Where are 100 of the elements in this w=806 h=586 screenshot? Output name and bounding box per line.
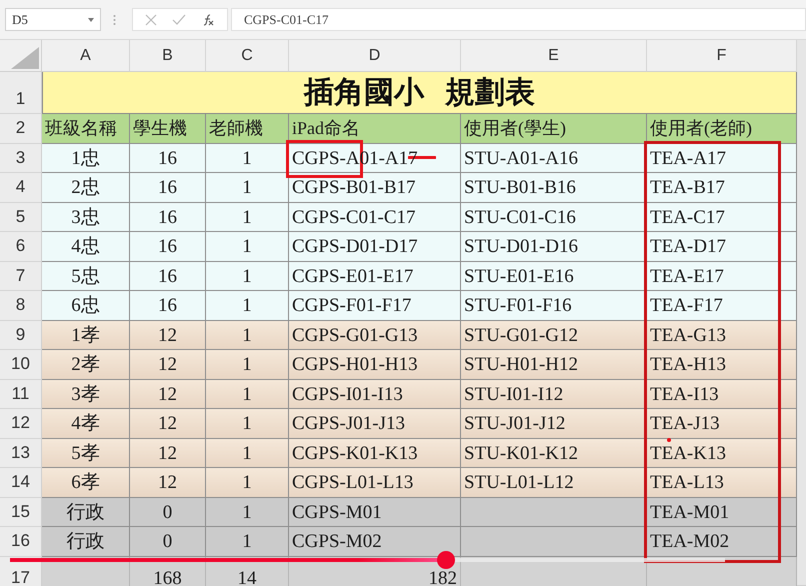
column-header[interactable]: C [206,40,289,72]
title-cell: 插角國小 規劃表 [42,72,797,114]
table-cell: TEA-B17 [647,173,797,202]
table-cell: 4孝 [42,409,130,438]
table-cell: 2忠 [42,173,130,202]
table-cell: CGPS-D01-D17 [289,232,461,262]
table-cell: CGPS-F01-F17 [289,291,461,320]
column-header[interactable]: B [130,40,206,72]
table-cell: 1 [206,498,289,527]
table-cell: TEA-I13 [647,380,797,409]
table-cell: STU-G01-G12 [461,320,647,350]
row-header[interactable]: 3 [0,144,42,173]
table-cell: 4忠 [42,232,130,262]
column-header[interactable]: F [647,40,797,72]
table-cell: 0 [130,498,206,527]
table-cell: TEA-F17 [647,291,797,320]
table-cell: 1 [206,291,289,320]
table-cell: 5忠 [42,262,130,291]
table-cell: CGPS-M01 [289,498,461,527]
table-cell: 行政 [42,527,130,556]
table-cell: 6忠 [42,291,130,320]
row-header[interactable]: 7 [0,262,42,291]
table-cell: CGPS-G01-G13 [289,320,461,350]
table-cell: STU-J01-J12 [461,409,647,438]
table-cell: STU-L01-L12 [461,468,647,498]
table-cell: TEA-L13 [647,468,797,498]
column-title: 學生機 [130,114,206,144]
column-title: 老師機 [206,114,289,144]
table-cell: TEA-M02 [647,527,797,556]
table-cell: STU-A01-A16 [461,144,647,173]
table-cell: STU-F01-F16 [461,291,647,320]
table-cell: 1 [206,350,289,380]
table-cell: TEA-A17 [647,144,797,173]
name-box[interactable]: D5 [5,8,101,31]
table-cell: 16 [130,144,206,173]
cancel-icon[interactable] [144,14,157,26]
table-cell: 1 [206,438,289,468]
table-cell: 6孝 [42,468,130,498]
video-progress-track[interactable] [10,558,725,562]
table-cell: 1 [206,173,289,202]
row-header[interactable]: 16 [0,527,42,556]
table-cell: STU-I01-I12 [461,380,647,409]
row-header[interactable]: 14 [0,468,42,498]
table-cell: 1孝 [42,320,130,350]
table-cell: 1 [206,527,289,556]
column-title: 班級名稱 [42,114,130,144]
table-cell: STU-H01-H12 [461,350,647,380]
row-header[interactable]: 9 [0,320,42,350]
table-cell: 3孝 [42,380,130,409]
formula-field[interactable]: CGPS-C01-C17 [231,8,806,31]
row-header[interactable]: 10 [0,350,42,380]
select-all-corner[interactable] [0,40,42,72]
function-icon[interactable] [201,12,216,26]
row-header[interactable]: 5 [0,202,42,232]
table-cell: 1 [206,202,289,232]
column-title: 使用者(老師) [647,114,797,144]
row-header[interactable]: 11 [0,380,42,409]
table-cell: CGPS-M02 [289,527,461,556]
table-cell: 1 [206,380,289,409]
table-cell: 3忠 [42,202,130,232]
table-cell: 5孝 [42,438,130,468]
column-header[interactable]: D [289,40,461,72]
table-cell: STU-K01-K12 [461,438,647,468]
row-header[interactable]: 13 [0,438,42,468]
column-header[interactable]: A [42,40,130,72]
row-header[interactable]: 8 [0,291,42,320]
table-cell: TEA-D17 [647,232,797,262]
table-cell: STU-E01-E16 [461,262,647,291]
row-header[interactable]: 12 [0,409,42,438]
column-title: 使用者(學生) [461,114,647,144]
table-cell: 16 [130,262,206,291]
row-header[interactable]: 4 [0,173,42,202]
table-cell: 1 [206,409,289,438]
table-cell: 16 [130,291,206,320]
column-title: iPad命名 [289,114,461,144]
table-cell: 1 [206,320,289,350]
table-cell: 16 [130,202,206,232]
table-cell: 1 [206,144,289,173]
table-cell: STU-B01-B16 [461,173,647,202]
table-cell: CGPS-J01-J13 [289,409,461,438]
table-cell: 12 [130,320,206,350]
table-cell: 行政 [42,498,130,527]
table-cell: CGPS-I01-I13 [289,380,461,409]
check-icon[interactable] [172,14,186,26]
table-cell: 12 [130,350,206,380]
dropdown-icon [88,18,94,22]
table-cell: 1忠 [42,144,130,173]
table-cell: CGPS-L01-L13 [289,468,461,498]
table-cell: 1 [206,232,289,262]
table-cell: 1 [206,262,289,291]
table-cell: TEA-K13 [647,438,797,468]
table-cell: 12 [130,380,206,409]
row-header[interactable]: 2 [0,114,42,144]
column-header[interactable]: E [461,40,647,72]
row-header[interactable]: 6 [0,232,42,262]
table-cell: 16 [130,232,206,262]
row-header[interactable]: 15 [0,498,42,527]
row-header[interactable]: 1 [0,72,42,114]
table-cell: CGPS-E01-E17 [289,262,461,291]
annotation-dot [667,438,671,442]
